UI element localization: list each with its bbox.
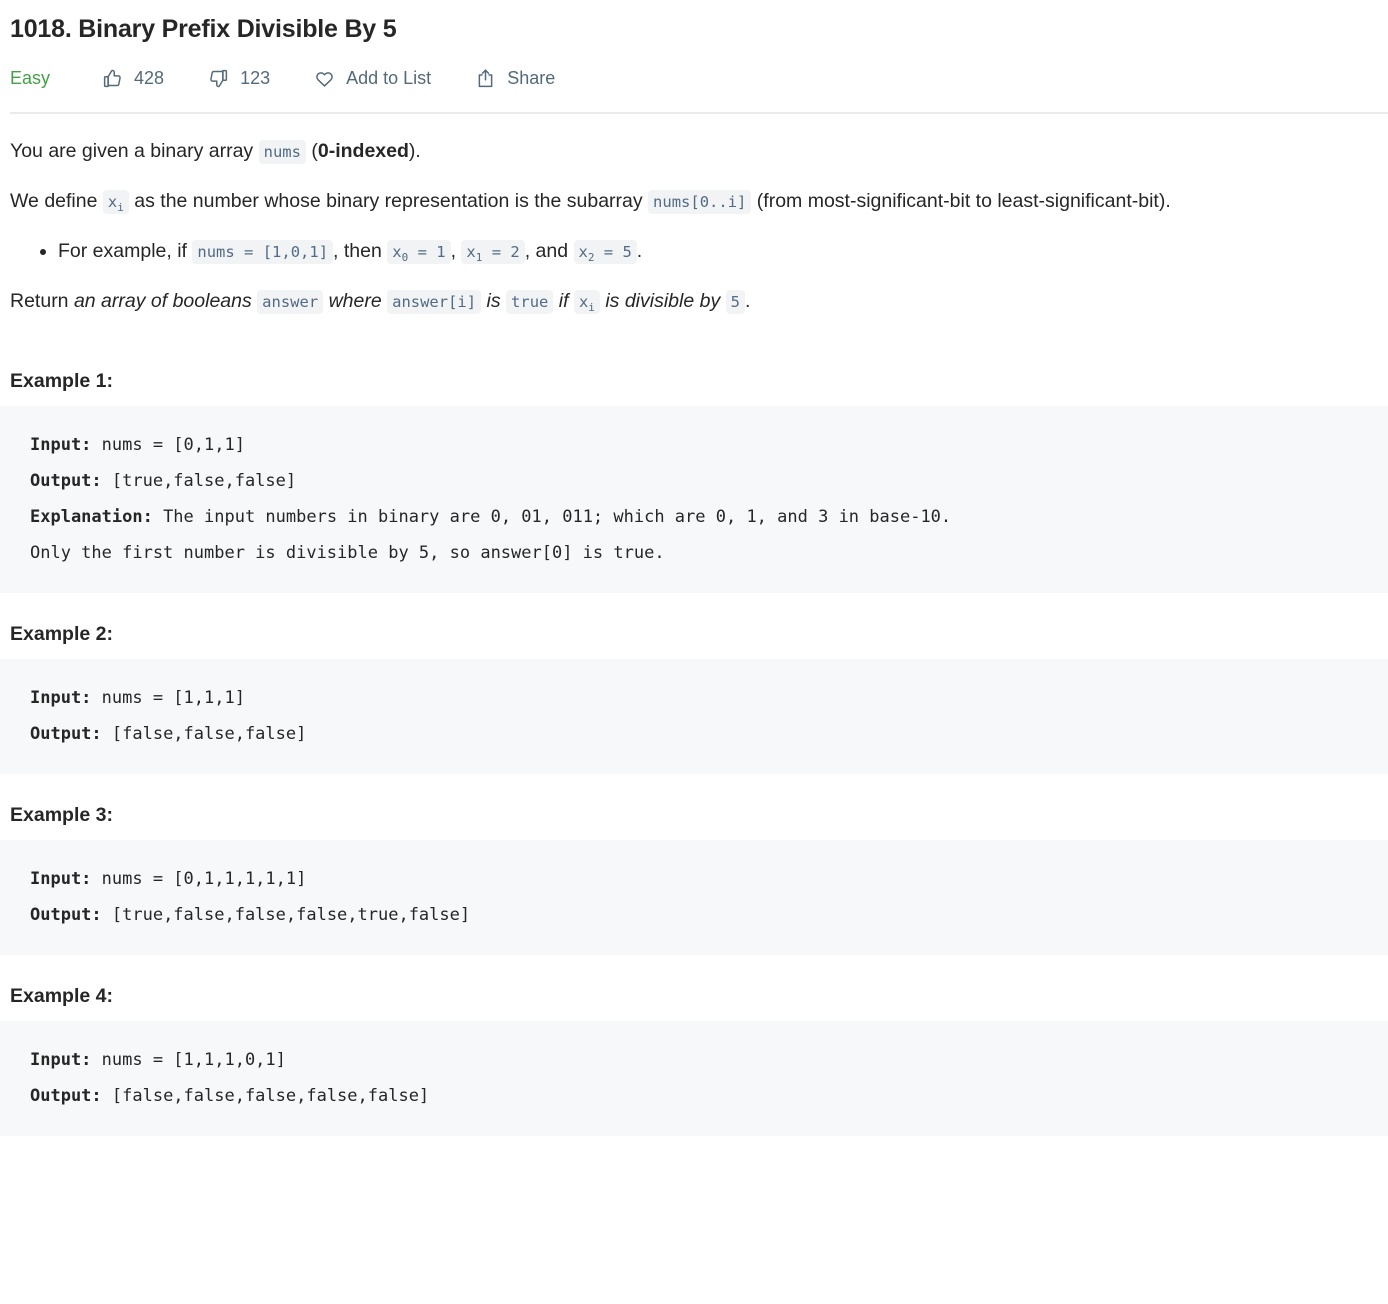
header-divider [10,112,1388,115]
text-fragment: For example, if [58,240,193,263]
code-x-sub-i-2: xi [573,290,600,315]
output-value: [true,false,false] [101,471,297,492]
input-value: nums = [1,1,1] [91,688,245,709]
text-fragment: if [553,290,574,313]
description-bullet-list: For example, if nums = [1,0,1], then x0 … [10,236,1380,268]
share-label: Share [507,68,556,89]
code-subscript: i [588,301,595,315]
example-1-block: Input: nums = [0,1,1] Output: [true,fals… [0,406,1388,594]
output-value: [false,false,false,false,false] [101,1086,430,1107]
code-x-sub-i: xi [102,190,129,215]
explanation-value: The input numbers in binary are 0, 01, 0… [30,507,952,564]
add-to-list-button[interactable]: Add to List [314,68,431,89]
code-answer-i: answer[i] [387,290,482,315]
text-fragment: , then [333,240,388,263]
example-3-heading: Example 3: [10,804,113,827]
code-x2: x2 = 5 [573,240,637,265]
input-label: Input: [30,688,92,709]
action-bar: Easy 428 123 Add to List Share [10,63,1380,93]
text-fragment: ). [408,140,421,163]
code-x1: x1 = 2 [461,240,525,265]
share-button[interactable]: Share [475,68,555,89]
input-label: Input: [30,435,92,456]
dislike-count: 123 [240,68,271,89]
text-fragment: as the number whose binary representatio… [128,190,649,213]
description-paragraph-3: Return an array of booleans answer where… [10,286,1380,318]
code-nums-slice: nums[0..i] [648,190,752,215]
text-fragment: (from most-significant-bit to least-sign… [751,190,1171,213]
description-paragraph-2: We define xi as the number whose binary … [10,186,1380,218]
output-value: [true,false,false,false,true,false] [101,905,471,926]
heart-icon [314,68,335,89]
code-base: x [392,243,402,262]
add-to-list-label: Add to List [346,68,432,89]
input-value: nums = [0,1,1] [91,435,245,456]
output-label: Output: [30,724,102,745]
code-base: x [107,193,118,212]
output-label: Output: [30,1086,102,1107]
like-count: 428 [134,68,165,89]
thumbs-down-icon [208,68,229,89]
example-3-block: Input: nums = [0,1,1,1,1,1] Output: [tru… [0,840,1388,956]
example-1-heading: Example 1: [10,370,113,393]
code-rest: = 2 [482,243,520,262]
code-base: x [578,243,588,262]
text-fragment: is [481,290,507,313]
thumbs-up-icon [102,68,123,89]
input-value: nums = [0,1,1,1,1,1] [91,869,307,890]
text-fragment: Return [10,290,74,313]
text-fragment: , and [524,240,574,263]
explanation-label: Explanation: [30,507,153,528]
code-subscript: i [117,201,124,215]
text-fragment: . [744,290,751,313]
code-x0: x0 = 1 [387,240,451,265]
code-nums: nums [258,140,306,165]
like-button[interactable]: 428 [102,68,164,89]
text-fragment: is divisible by [599,290,726,313]
share-icon [475,68,496,89]
text-fragment: . [636,240,643,263]
code-rest: = 5 [594,243,632,262]
code-answer: answer [257,290,324,315]
example-4-block: Input: nums = [1,1,1,0,1] Output: [false… [0,1021,1388,1137]
code-base: x [578,293,589,312]
description-paragraph-1: You are given a binary array nums (0-ind… [10,136,1380,168]
input-label: Input: [30,1050,92,1071]
dislike-button[interactable]: 123 [208,68,270,89]
output-label: Output: [30,905,102,926]
output-label: Output: [30,471,102,492]
code-five: 5 [725,290,745,315]
code-nums-example: nums = [1,0,1] [192,240,334,265]
input-label: Input: [30,869,92,890]
output-value: [false,false,false] [101,724,307,745]
example-2-heading: Example 2: [10,623,113,646]
text-fragment: ( [305,140,318,163]
example-4-heading: Example 4: [10,985,113,1008]
list-item: For example, if nums = [1,0,1], then x0 … [58,236,1380,268]
code-true: true [506,290,554,315]
text-fragment: You are given a binary array [10,140,259,163]
difficulty-badge: Easy [10,68,51,89]
code-base: x [466,243,476,262]
code-rest: = 1 [408,243,446,262]
page-title: 1018. Binary Prefix Divisible By 5 [10,15,397,43]
text-fragment: where [323,290,388,313]
input-value: nums = [1,1,1,0,1] [91,1050,286,1071]
example-2-block: Input: nums = [1,1,1] Output: [false,fal… [0,659,1388,775]
problem-description: You are given a binary array nums (0-ind… [0,136,1388,1137]
text-fragment: an array of booleans [73,290,258,313]
problem-page: 1018. Binary Prefix Divisible By 5 Easy … [0,0,1388,1137]
zero-indexed-emphasis: 0-indexed [317,140,409,163]
text-fragment: , [450,240,462,263]
text-fragment: We define [10,190,103,213]
